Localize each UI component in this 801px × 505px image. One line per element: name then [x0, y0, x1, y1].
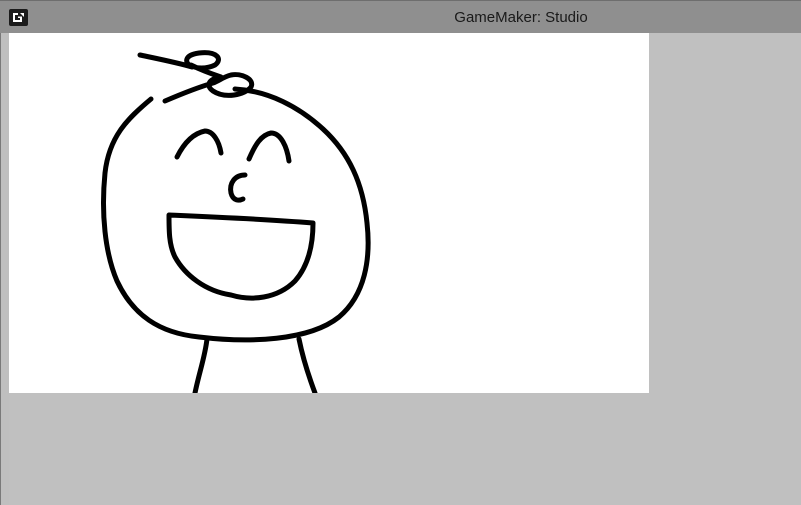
window-title: GameMaker: Studio: [454, 9, 588, 26]
right-eye-stroke: [246, 130, 292, 164]
neck-left-stroke: [192, 336, 210, 393]
mouth-stroke: [166, 212, 316, 301]
game-canvas[interactable]: [9, 33, 649, 393]
gamemaker-logo-icon[interactable]: [9, 9, 28, 26]
head-outline-stroke: [101, 86, 371, 343]
left-eye-stroke: [174, 128, 224, 160]
drawing-canvas: [101, 50, 371, 393]
hair-curl-stroke: [137, 50, 255, 104]
neck-right-stroke: [296, 336, 318, 393]
window-left-border: [0, 33, 9, 505]
nose-stroke: [228, 172, 248, 203]
window-titlebar[interactable]: GameMaker: Studio: [0, 0, 801, 33]
game-window: GameMaker: Studio: [0, 0, 801, 505]
